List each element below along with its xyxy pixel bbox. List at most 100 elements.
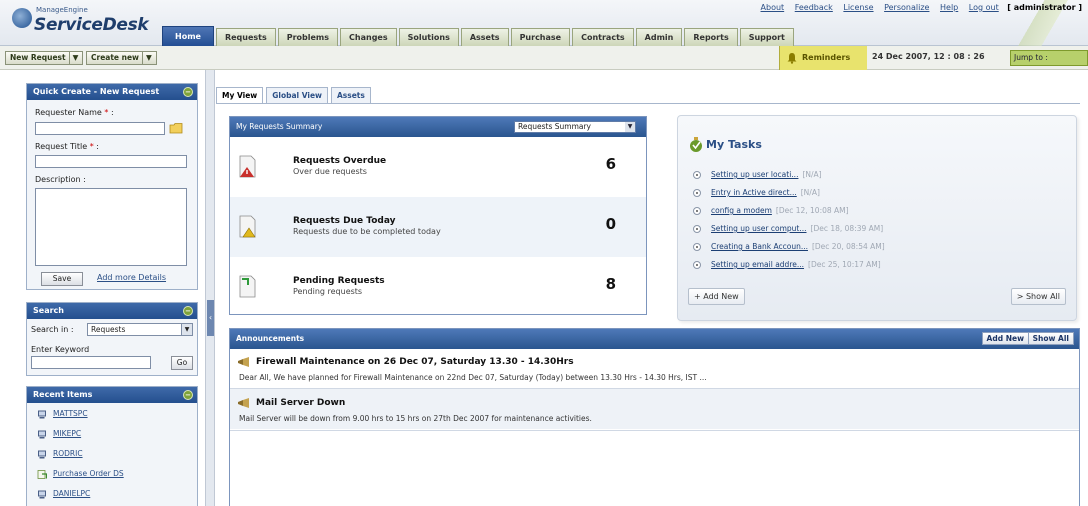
summary-row-title[interactable]: Pending Requests (293, 276, 385, 286)
help-link[interactable]: Help (940, 3, 958, 12)
summary-row-title[interactable]: Requests Overdue (293, 156, 386, 166)
summary-row-count[interactable]: 0 (606, 215, 616, 233)
show-all-tasks-button[interactable]: > Show All (1010, 288, 1066, 305)
task-radio[interactable] (693, 207, 701, 215)
logo-product-text: ServiceDesk (34, 15, 149, 35)
summary-row-title[interactable]: Requests Due Today (293, 216, 396, 226)
recent-item-link[interactable]: Purchase Order DS (53, 469, 124, 478)
announcement-item[interactable]: Firewall Maintenance on 26 Dec 07, Satur… (230, 349, 1079, 387)
summary-row-due-today[interactable]: Requests Due Today Requests due to be co… (230, 197, 646, 257)
requester-name-input[interactable] (35, 122, 165, 135)
jump-to-select[interactable]: Jump to : (1010, 50, 1088, 66)
logout-link[interactable]: Log out (969, 3, 999, 12)
task-item[interactable]: config a modem [Dec 12, 10:08 AM] (693, 206, 849, 215)
add-announcement-button[interactable]: Add New (981, 332, 1029, 345)
task-radio[interactable] (693, 225, 701, 233)
requester-lookup-icon[interactable] (169, 122, 183, 134)
nav-tab-support[interactable]: Support (739, 28, 794, 46)
tab-global-view[interactable]: Global View (266, 87, 328, 103)
recent-item[interactable]: Purchase Order DS (37, 469, 124, 481)
servicedesk-logo[interactable]: ManageEngine ServiceDesk (12, 4, 162, 40)
task-link[interactable]: Setting up user locati... (711, 170, 798, 179)
nav-tab-reports[interactable]: Reports (684, 28, 738, 46)
description-textarea[interactable] (35, 188, 187, 266)
keyword-input[interactable] (31, 356, 151, 369)
nav-tab-purchase[interactable]: Purchase (510, 28, 571, 46)
add-task-button[interactable]: + Add New (688, 288, 745, 305)
recent-item[interactable]: RODRIC (37, 449, 83, 461)
task-link[interactable]: Entry in Active direct... (711, 188, 797, 197)
nav-tab-changes[interactable]: Changes (340, 28, 397, 46)
task-radio[interactable] (693, 189, 701, 197)
nav-tab-contracts[interactable]: Contracts (572, 28, 634, 46)
new-request-dropdown[interactable]: ▼ (68, 52, 78, 64)
announcement-title[interactable]: Mail Server Down (256, 398, 345, 408)
task-item[interactable]: Setting up user locati... [N/A] (693, 170, 822, 179)
summary-row-count[interactable]: 8 (606, 275, 616, 293)
collapse-icon[interactable]: − (183, 87, 193, 97)
search-panel: Search − Search in : Requests ▼ Enter Key… (26, 302, 198, 376)
task-item[interactable]: Entry in Active direct... [N/A] (693, 188, 820, 197)
summary-row-count[interactable]: 6 (606, 155, 616, 173)
recent-item[interactable]: MIKEPC (37, 429, 81, 441)
task-link[interactable]: Setting up email addre... (711, 260, 804, 269)
nav-tab-solutions[interactable]: Solutions (398, 28, 459, 46)
top-links: About Feedback License Personalize Help … (753, 3, 1082, 12)
tab-my-view[interactable]: My View (216, 87, 264, 103)
task-item[interactable]: Creating a Bank Accoun... [Dec 20, 08:54 … (693, 242, 885, 251)
announcement-item[interactable]: Mail Server Down Mail Server will be dow… (230, 389, 1079, 429)
request-overdue-icon (239, 155, 256, 178)
recent-item-link[interactable]: RODRIC (53, 449, 83, 458)
nav-tab-requests[interactable]: Requests (215, 28, 276, 46)
task-radio[interactable] (693, 243, 701, 251)
task-link[interactable]: config a modem (711, 206, 772, 215)
license-link[interactable]: License (843, 3, 873, 12)
feedback-link[interactable]: Feedback (795, 3, 833, 12)
tasks-title: My Tasks (706, 138, 762, 151)
collapse-icon[interactable]: − (183, 390, 193, 400)
nav-tab-home[interactable]: Home (162, 26, 214, 46)
add-more-details-link[interactable]: Add more Details (97, 273, 166, 282)
collapse-sidebar-icon[interactable]: ‹ (207, 300, 214, 336)
search-in-select[interactable]: Requests ▼ (87, 323, 193, 336)
search-title: Search (33, 306, 64, 315)
nav-tab-admin[interactable]: Admin (635, 28, 683, 46)
new-request-button[interactable]: New Request ▼ (5, 51, 84, 65)
show-all-announcements-button[interactable]: Show All (1027, 332, 1074, 345)
summary-row-overdue[interactable]: Requests Overdue Over due requests 6 (230, 137, 646, 197)
recent-item[interactable]: DANIELPC (37, 489, 90, 501)
create-new-dropdown[interactable]: ▼ (142, 52, 152, 64)
summary-select[interactable]: Requests Summary ▼ (514, 121, 636, 133)
request-title-label-text: Request Title (35, 142, 88, 151)
reminders-button[interactable]: Reminders (779, 46, 867, 70)
about-link[interactable]: About (761, 3, 785, 12)
announcements-panel: Announcements Add New Show All Firewall … (229, 328, 1080, 506)
task-radio[interactable] (693, 261, 701, 269)
quick-create-header: Quick Create - New Request − (27, 84, 197, 100)
task-item[interactable]: Setting up user comput... [Dec 18, 08:39 … (693, 224, 883, 233)
recent-item-link[interactable]: MATTSPC (53, 409, 88, 418)
create-new-button[interactable]: Create new ▼ (86, 51, 157, 65)
recent-item[interactable]: MATTSPC (37, 409, 88, 421)
personalize-link[interactable]: Personalize (884, 3, 929, 12)
task-radio[interactable] (693, 171, 701, 179)
collapse-icon[interactable]: − (183, 306, 193, 316)
nav-tab-problems[interactable]: Problems (277, 28, 339, 46)
bell-icon (787, 53, 797, 64)
sidebar-splitter[interactable]: ‹ (205, 70, 215, 506)
task-link[interactable]: Setting up user comput... (711, 224, 807, 233)
tab-assets[interactable]: Assets (330, 87, 371, 103)
request-title-input[interactable] (35, 155, 187, 168)
recent-item-link[interactable]: MIKEPC (53, 429, 81, 438)
go-button[interactable]: Go (171, 356, 193, 370)
task-item[interactable]: Setting up email addre... [Dec 25, 10:17 … (693, 260, 881, 269)
announcement-body: Dear All, We have planned for Firewall M… (239, 373, 707, 382)
recent-item-link[interactable]: DANIELPC (53, 489, 90, 498)
save-button[interactable]: Save (41, 272, 83, 286)
current-datetime: 24 Dec 2007, 12 : 08 : 26 (872, 52, 985, 61)
nav-tab-assets[interactable]: Assets (460, 28, 509, 46)
chevron-down-icon: ▼ (181, 324, 192, 335)
announcement-title[interactable]: Firewall Maintenance on 26 Dec 07, Satur… (256, 357, 574, 367)
summary-row-pending[interactable]: Pending Requests Pending requests 8 (230, 257, 646, 317)
task-link[interactable]: Creating a Bank Accoun... (711, 242, 808, 251)
